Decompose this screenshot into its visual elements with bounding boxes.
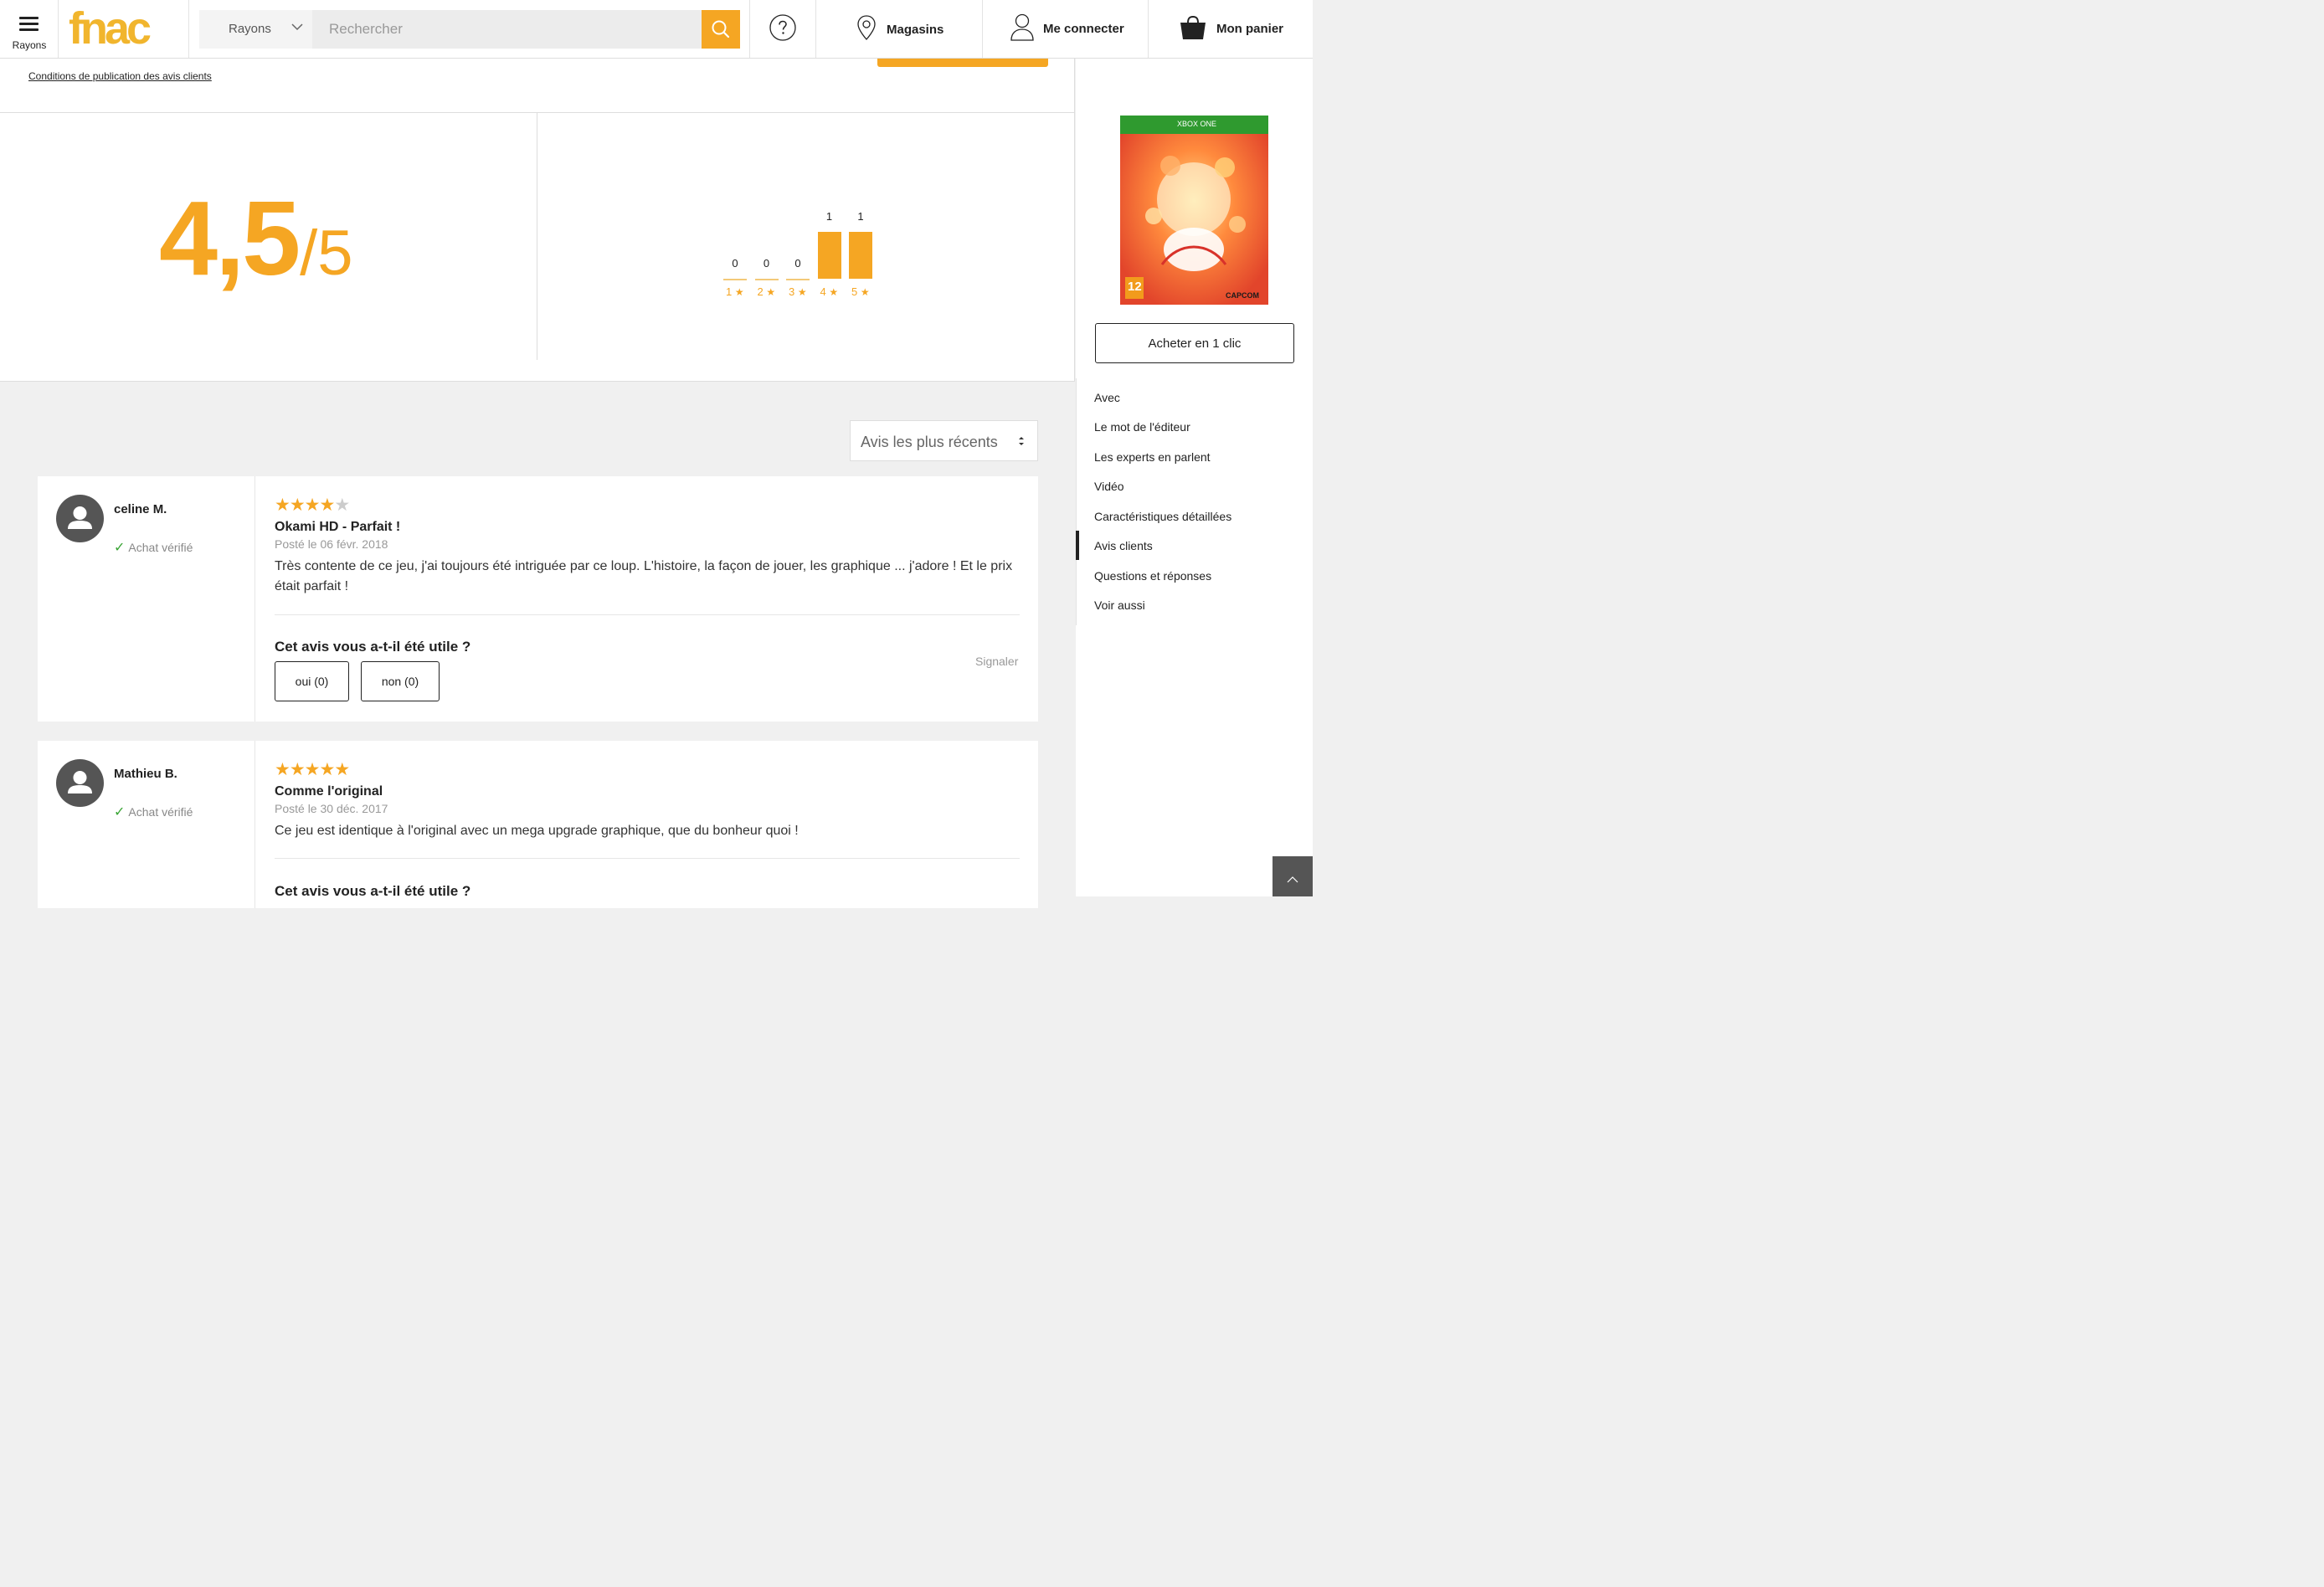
verified-label: Achat vérifié xyxy=(128,805,193,819)
search-button[interactable] xyxy=(702,10,740,49)
login-label: Me connecter xyxy=(1043,22,1124,36)
write-review-button[interactable] xyxy=(877,59,1048,67)
nav-item-avec[interactable]: Avec xyxy=(1094,391,1120,404)
score-value: 4,5 xyxy=(159,179,301,297)
sort-arrows-icon xyxy=(1019,437,1024,445)
verified-label: Achat vérifié xyxy=(128,541,193,554)
histogram-count: 0 xyxy=(794,257,801,270)
conditions-link[interactable]: Conditions de publication des avis clien… xyxy=(28,70,212,82)
rayons-dropdown[interactable]: Rayons xyxy=(199,10,312,49)
help-button[interactable] xyxy=(749,0,816,58)
xbox-one-label: XBOX ONE xyxy=(1177,120,1217,128)
avatar-icon xyxy=(56,495,104,542)
score-max: /5 xyxy=(300,218,353,289)
scroll-top-button[interactable] xyxy=(1273,856,1313,896)
histogram-count: 1 xyxy=(857,210,864,223)
useful-yes-button[interactable]: oui (0) xyxy=(275,661,349,701)
useful-question: Cet avis vous a-t-il été utile ? xyxy=(275,639,471,655)
chevron-down-icon xyxy=(291,23,303,31)
nav-item-voir-aussi[interactable]: Voir aussi xyxy=(1094,598,1145,612)
average-score: 4,5/5 xyxy=(159,184,353,293)
review-card: celine M. ✓ Achat vérifié ★★★★★ Okami HD … xyxy=(38,476,1038,722)
histogram-star-label: 2 ★ xyxy=(757,285,776,298)
login-link[interactable]: Me connecter xyxy=(982,0,1149,58)
review-author: celine M. xyxy=(114,502,167,516)
basket-icon xyxy=(1180,15,1206,39)
nav-item-video[interactable]: Vidéo xyxy=(1094,480,1124,493)
avatar-icon xyxy=(56,759,104,807)
divider xyxy=(275,614,1020,615)
divider xyxy=(0,112,1075,113)
histogram-bar xyxy=(723,279,747,280)
verified-purchase: ✓ Achat vérifié xyxy=(114,804,193,820)
help-icon xyxy=(769,14,796,41)
histogram-count: 0 xyxy=(732,257,738,270)
rayons-dropdown-label: Rayons xyxy=(229,22,271,36)
review-card: Mathieu B. ✓ Achat vérifié ★★★★★ Comme l'… xyxy=(38,741,1038,908)
nav-item-experts[interactable]: Les experts en parlent xyxy=(1094,450,1211,464)
stores-link[interactable]: Magasins xyxy=(816,0,983,58)
histogram-count: 1 xyxy=(825,210,833,223)
nav-item-avis-clients[interactable]: Avis clients xyxy=(1094,539,1153,552)
histogram-bar xyxy=(849,232,872,279)
publisher-label: CAPCOM xyxy=(1226,291,1259,300)
checkmark-icon: ✓ xyxy=(114,541,126,555)
chevron-up-icon xyxy=(1287,876,1298,883)
histogram-bar xyxy=(786,279,810,280)
right-sidebar: XBOX ONE 12 CAPCOM Acheter en 1 clic Ave… xyxy=(1076,59,1313,896)
stores-label: Magasins xyxy=(887,23,944,37)
sort-select[interactable]: Avis les plus récents xyxy=(850,420,1038,461)
rating-histogram: 0 1 ★ 0 2 ★ 0 3 ★ 1 4 ★ 1 5 ★ xyxy=(723,205,882,314)
histogram-bar xyxy=(754,279,779,280)
review-text: Ce jeu est identique à l'original avec u… xyxy=(275,824,799,838)
review-author-panel: Mathieu B. ✓ Achat vérifié xyxy=(38,741,255,908)
logo-text: fnac xyxy=(69,3,152,54)
review-date: Posté le 06 févr. 2018 xyxy=(275,537,388,551)
verified-purchase: ✓ Achat vérifié xyxy=(114,539,193,556)
cart-label: Mon panier xyxy=(1216,22,1284,36)
search-icon xyxy=(712,20,730,39)
histogram-star-label: 1 ★ xyxy=(726,285,744,298)
review-title: Okami HD - Parfait ! xyxy=(275,520,401,534)
reviews-summary: Conditions de publication des avis clien… xyxy=(0,59,1075,382)
age-rating-badge: 12 xyxy=(1128,280,1142,294)
fnac-logo[interactable]: fnac xyxy=(59,0,189,58)
cart-link[interactable]: Mon panier xyxy=(1148,0,1313,58)
review-author: Mathieu B. xyxy=(114,767,177,781)
review-author-panel: celine M. ✓ Achat vérifié xyxy=(38,476,255,722)
search-input[interactable] xyxy=(312,10,702,49)
report-link[interactable]: Signaler xyxy=(975,655,1018,668)
nav-item-caracteristiques[interactable]: Caractéristiques détaillées xyxy=(1094,510,1231,523)
histogram-star-label: 4 ★ xyxy=(820,285,839,298)
location-pin-icon xyxy=(857,15,876,40)
review-stars: ★★★★★ xyxy=(275,760,350,779)
divider xyxy=(275,858,1020,859)
review-date: Posté le 30 déc. 2017 xyxy=(275,802,388,815)
nav-rail xyxy=(1076,378,1077,625)
histogram-star-label: 5 ★ xyxy=(851,285,870,298)
histogram-bar xyxy=(817,232,841,279)
user-icon xyxy=(1010,13,1034,41)
search-bar: Rayons xyxy=(199,10,740,49)
useful-no-button[interactable]: non (0) xyxy=(361,661,440,701)
nav-item-questions[interactable]: Questions et réponses xyxy=(1094,569,1211,583)
top-header: Rayons fnac Rayons Magasins Me connecter… xyxy=(0,0,1313,59)
histogram-count: 0 xyxy=(763,257,770,270)
product-image[interactable]: XBOX ONE 12 CAPCOM xyxy=(1120,116,1268,305)
nav-active-indicator xyxy=(1076,531,1079,560)
menu-button[interactable]: Rayons xyxy=(0,0,59,58)
sort-select-label: Avis les plus récents xyxy=(861,434,998,450)
nav-item-mot-editeur[interactable]: Le mot de l'éditeur xyxy=(1094,420,1190,434)
histogram-star-label: 3 ★ xyxy=(789,285,807,298)
menu-label: Rayons xyxy=(12,39,47,51)
buy-one-click-button[interactable]: Acheter en 1 clic xyxy=(1095,323,1294,363)
hamburger-icon xyxy=(19,17,39,31)
useful-question: Cet avis vous a-t-il été utile ? xyxy=(275,883,471,899)
review-title: Comme l'original xyxy=(275,784,383,799)
checkmark-icon: ✓ xyxy=(114,805,126,819)
review-text: Très contente de ce jeu, j'ai toujours é… xyxy=(275,559,1013,593)
review-stars: ★★★★★ xyxy=(275,496,350,515)
